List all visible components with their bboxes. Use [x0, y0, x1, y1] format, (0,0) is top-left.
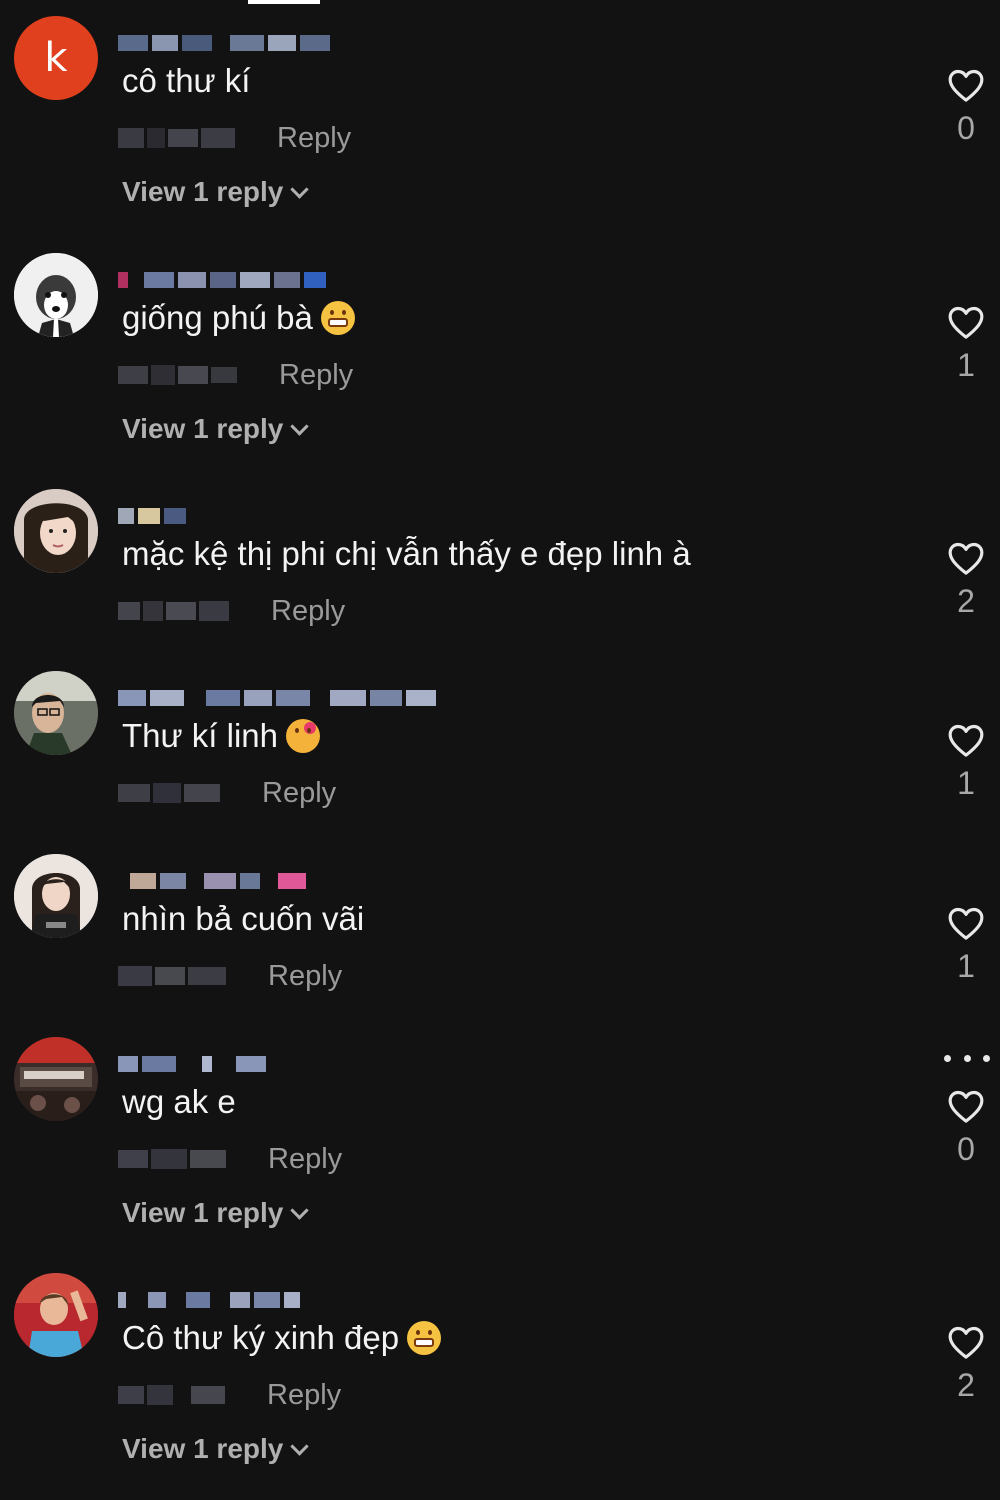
more-options-icon[interactable]: [944, 1051, 990, 1065]
heart-icon: [948, 1326, 984, 1359]
avatar-letter: k: [44, 35, 68, 81]
avatar[interactable]: [14, 253, 98, 337]
username-blurred[interactable]: [118, 687, 436, 709]
like-button[interactable]: 0: [940, 66, 992, 147]
chevron-down-icon: [290, 1200, 310, 1220]
comment-meta: Reply: [118, 958, 342, 994]
user-photo-avatar: [14, 1037, 98, 1121]
avatar[interactable]: [14, 671, 98, 755]
avatar[interactable]: [14, 854, 98, 938]
comment-meta: Reply: [118, 120, 351, 156]
view-replies-button[interactable]: View 1 reply: [122, 413, 310, 445]
date-blurred: [118, 1385, 225, 1405]
reply-button[interactable]: Reply: [262, 777, 336, 810]
comment-text-content: giống phú bà: [122, 299, 313, 336]
user-photo-avatar: [14, 854, 98, 938]
username-blurred[interactable]: [118, 870, 306, 892]
reply-button[interactable]: Reply: [277, 122, 351, 155]
comment-text-content: wg ak e: [122, 1083, 236, 1120]
chevron-down-icon: [290, 1436, 310, 1456]
grinning-face-emoji: [320, 301, 355, 335]
reply-button[interactable]: Reply: [279, 359, 353, 392]
reply-button[interactable]: Reply: [268, 1143, 342, 1176]
username-blurred[interactable]: [118, 32, 330, 54]
avatar[interactable]: k: [14, 16, 98, 100]
like-count: 1: [957, 765, 975, 801]
username-blurred[interactable]: [118, 1053, 266, 1075]
like-button[interactable]: 1: [940, 721, 992, 802]
comment-text: mặc kệ thị phi chị vẫn thấy e đẹp linh à: [122, 535, 691, 573]
heart-icon: [948, 542, 984, 575]
reply-button[interactable]: Reply: [267, 1379, 341, 1412]
reply-button[interactable]: Reply: [268, 960, 342, 993]
view-replies-button[interactable]: View 1 reply: [122, 1197, 310, 1229]
user-photo-avatar: [14, 489, 98, 573]
comment-meta: Reply: [118, 775, 336, 811]
comment-meta: Reply: [118, 593, 345, 629]
heart-icon: [948, 306, 984, 339]
like-count: 1: [957, 948, 975, 984]
date-blurred: [118, 966, 226, 986]
comment-text-content: nhìn bả cuốn vãi: [122, 900, 365, 937]
user-photo-avatar: [14, 671, 98, 755]
comment-text: wg ak e: [122, 1083, 236, 1121]
avatar[interactable]: [14, 489, 98, 573]
comment-text-content: Cô thư ký xinh đẹp: [122, 1319, 400, 1356]
chevron-down-icon: [290, 179, 310, 199]
comment-text-content: mặc kệ thị phi chị vẫn thấy e đẹp linh à: [122, 535, 691, 572]
date-blurred: [118, 601, 229, 621]
comment-text: cô thư kí: [122, 62, 250, 100]
user-photo-avatar: [14, 1273, 98, 1357]
smiling-face-with-hearts-emoji: [285, 719, 320, 753]
like-button[interactable]: 1: [940, 904, 992, 985]
view-replies-label: View 1 reply: [122, 1433, 284, 1464]
date-blurred: [118, 1149, 226, 1169]
username-blurred[interactable]: [118, 1289, 300, 1311]
date-blurred: [118, 128, 235, 148]
top-strip: [248, 0, 320, 4]
heart-icon: [948, 1090, 984, 1123]
view-replies-label: View 1 reply: [122, 1197, 284, 1228]
heart-icon: [948, 724, 984, 757]
comment-meta: Reply: [118, 1141, 342, 1177]
view-replies-label: View 1 reply: [122, 413, 284, 444]
heart-icon: [948, 907, 984, 940]
comment-text: Cô thư ký xinh đẹp: [122, 1319, 442, 1357]
like-count: 1: [957, 347, 975, 383]
heart-icon: [948, 69, 984, 102]
view-replies-label: View 1 reply: [122, 176, 284, 207]
like-count: 0: [957, 1131, 975, 1167]
comment-text: Thư kí linh: [122, 717, 320, 755]
username-blurred[interactable]: [118, 505, 186, 527]
like-button[interactable]: 2: [940, 1323, 992, 1404]
avatar[interactable]: [14, 1273, 98, 1357]
username-blurred[interactable]: [118, 269, 326, 291]
reply-button[interactable]: Reply: [271, 595, 345, 628]
like-button[interactable]: 2: [940, 539, 992, 620]
like-count: 0: [957, 110, 975, 146]
comment-text: nhìn bả cuốn vãi: [122, 900, 364, 938]
like-count: 2: [957, 1367, 975, 1403]
date-blurred: [118, 365, 237, 385]
avatar[interactable]: [14, 1037, 98, 1121]
like-count: 2: [957, 583, 975, 619]
chevron-down-icon: [290, 416, 310, 436]
grinning-face-emoji: [407, 1321, 442, 1355]
view-replies-button[interactable]: View 1 reply: [122, 1433, 310, 1465]
like-button[interactable]: 0: [940, 1087, 992, 1168]
comment-meta: Reply: [118, 1377, 341, 1413]
husky-avatar-image: [14, 253, 98, 337]
view-replies-button[interactable]: View 1 reply: [122, 176, 310, 208]
comment-text-content: cô thư kí: [122, 62, 251, 99]
comment-meta: Reply: [118, 357, 353, 393]
like-button[interactable]: 1: [940, 303, 992, 384]
date-blurred: [118, 783, 220, 803]
comment-text: giống phú bà: [122, 299, 355, 337]
comment-text-content: Thư kí linh: [122, 717, 278, 754]
